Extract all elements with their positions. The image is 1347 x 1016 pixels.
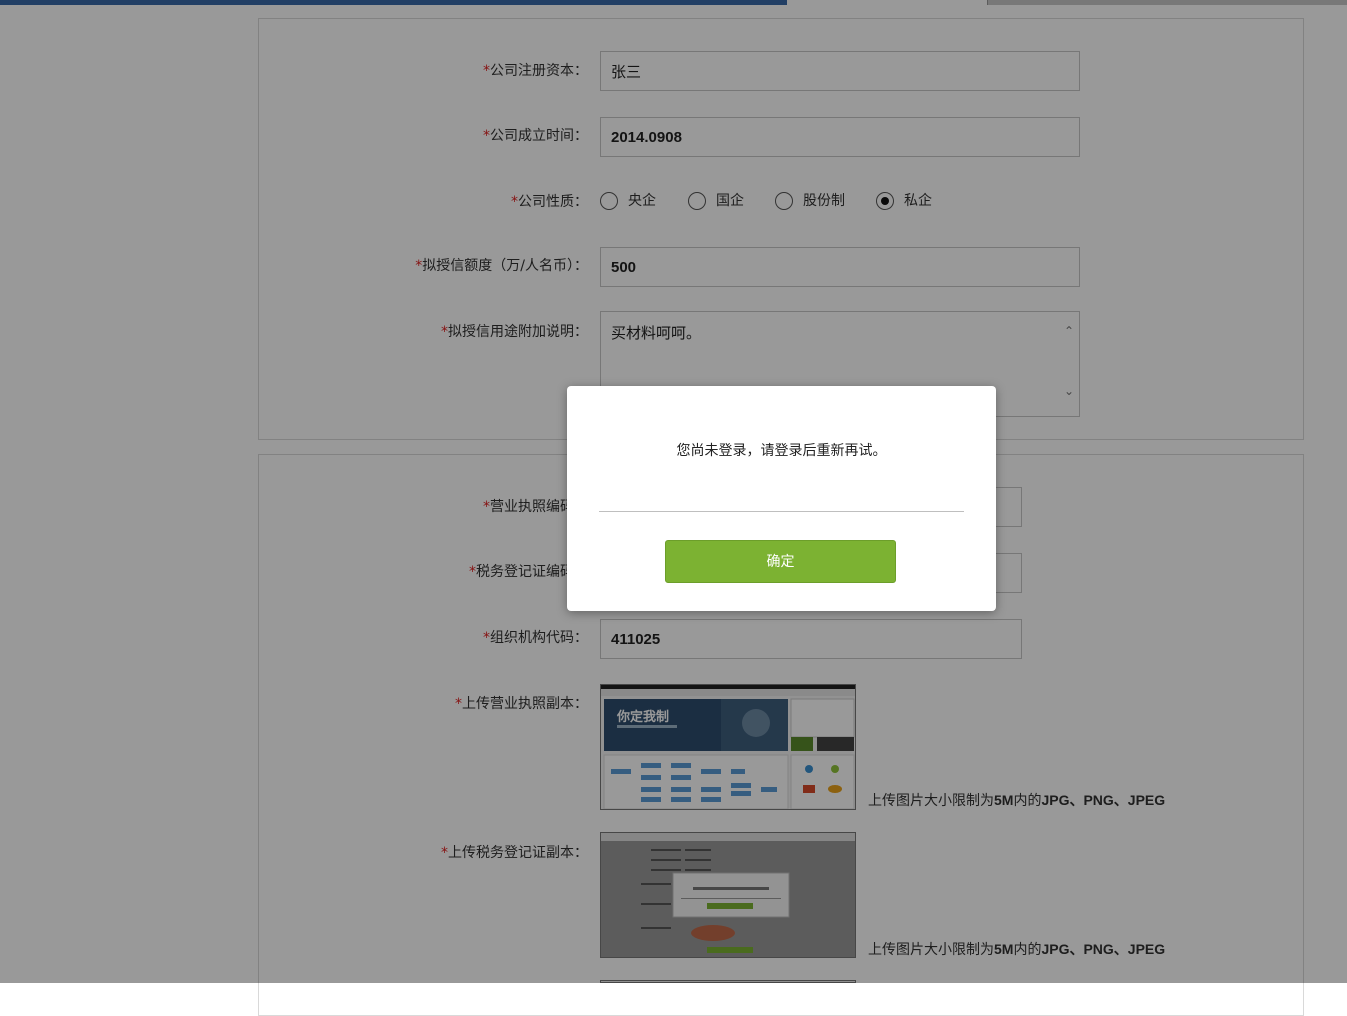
confirm-button[interactable]: 确定 bbox=[665, 540, 896, 583]
dialog-message: 您尚未登录，请登录后重新再试。 bbox=[676, 443, 887, 459]
dialog-divider bbox=[599, 511, 964, 512]
login-required-dialog: 您尚未登录，请登录后重新再试。 确定 bbox=[567, 386, 996, 611]
